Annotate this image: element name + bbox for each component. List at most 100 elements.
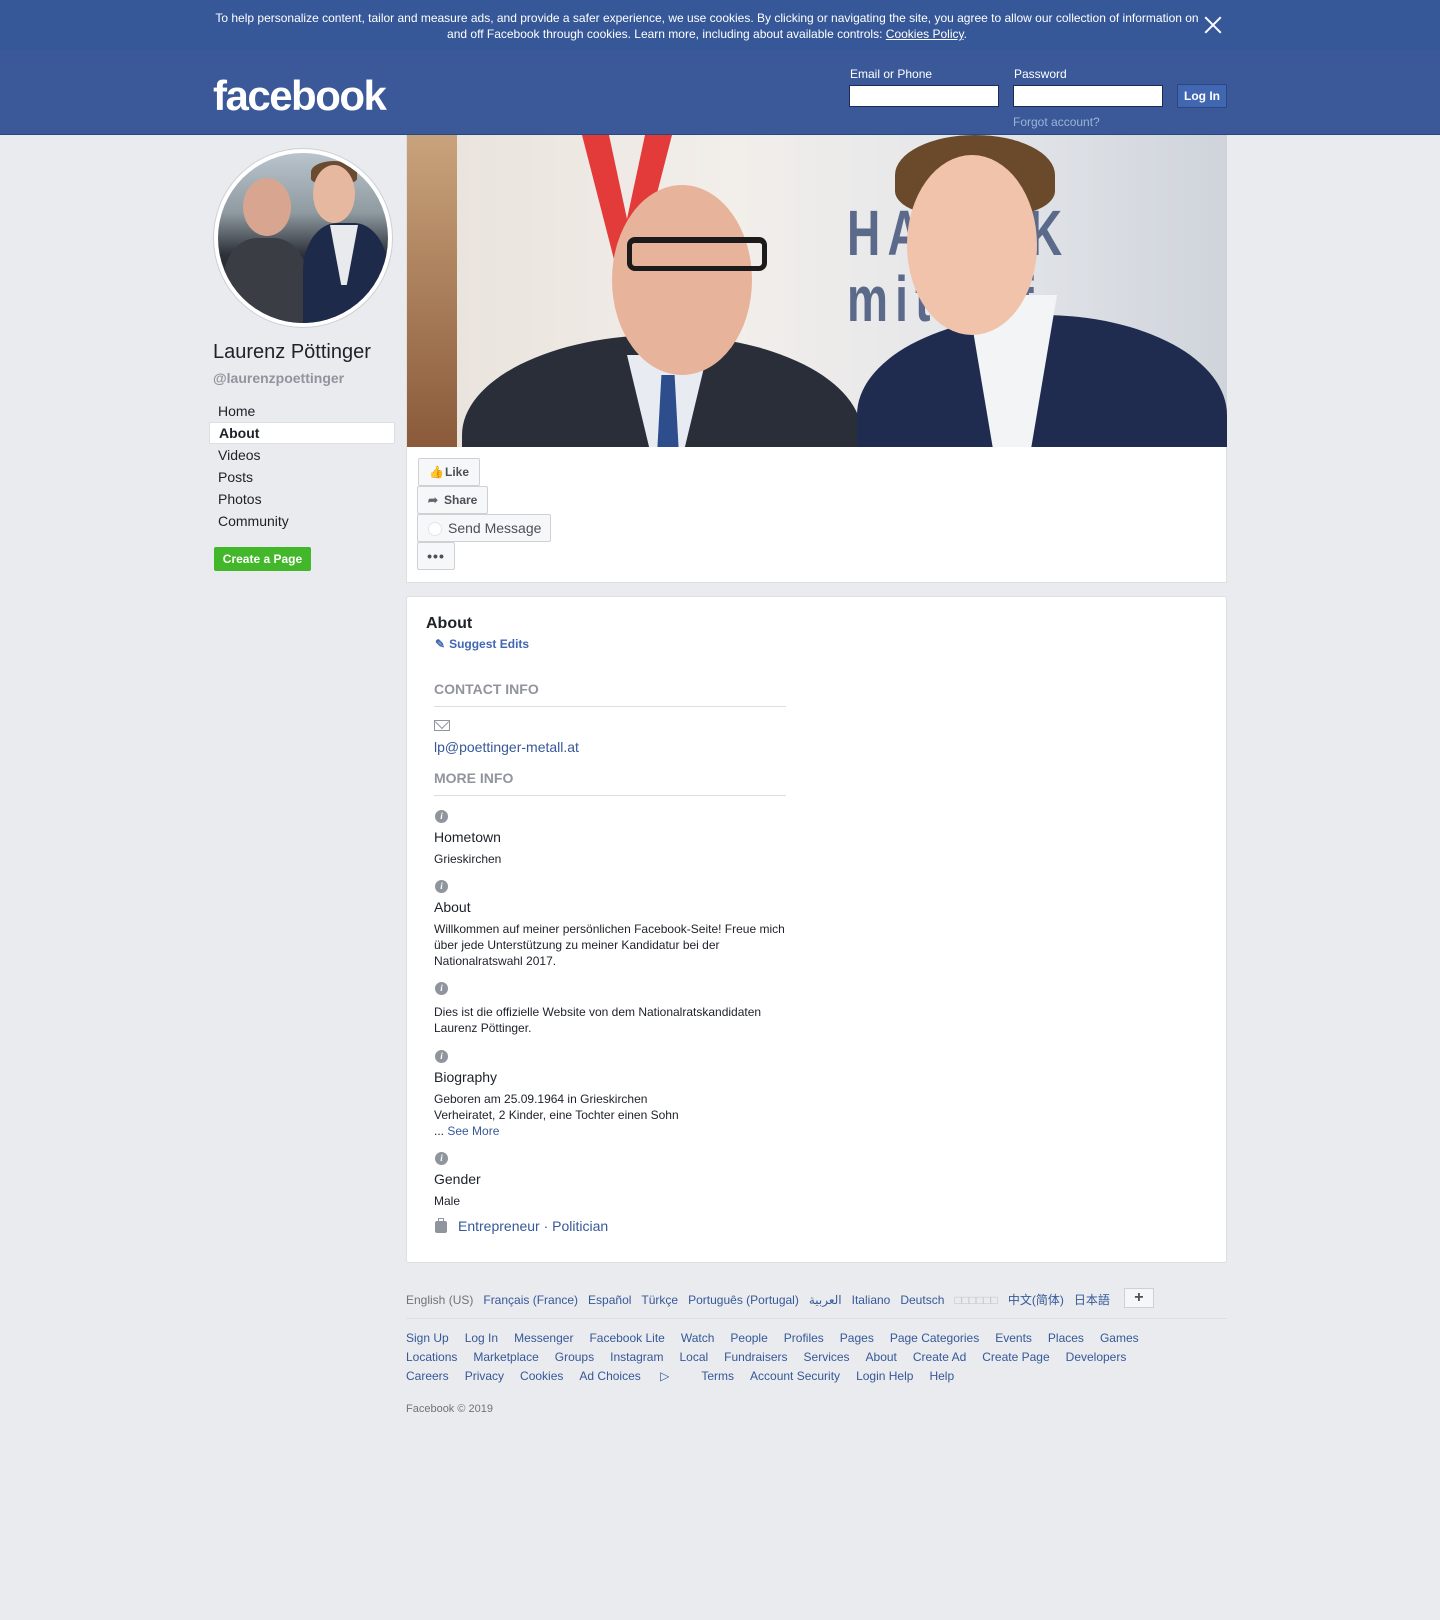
language-link[interactable]: Français (France): [483, 1293, 578, 1307]
footer-link[interactable]: Privacy: [465, 1369, 504, 1383]
footer-link[interactable]: Groups: [555, 1350, 594, 1364]
footer-link[interactable]: Create Page: [982, 1350, 1049, 1364]
send-message-button[interactable]: Send Message: [417, 514, 551, 542]
language-current: English (US): [406, 1293, 474, 1307]
gender-value: Male: [434, 1194, 461, 1208]
info-icon: i: [435, 1050, 448, 1063]
footer-link[interactable]: People: [730, 1331, 767, 1345]
footer-link[interactable]: Facebook Lite: [589, 1331, 664, 1345]
footer-link[interactable]: Profiles: [784, 1331, 824, 1345]
share-button[interactable]: ➦ Share: [417, 486, 488, 514]
cookie-text: To help personalize content, tailor and …: [208, 10, 1206, 42]
biography-ellipsis: ...: [434, 1124, 448, 1138]
footer-link[interactable]: Marketplace: [473, 1350, 538, 1364]
language-link[interactable]: □□□□□□: [954, 1293, 998, 1307]
more-options-button[interactable]: •••: [417, 542, 455, 570]
language-link[interactable]: Português (Portugal): [688, 1293, 799, 1307]
email-field[interactable]: [849, 85, 999, 107]
footer-link[interactable]: Sign Up: [406, 1331, 449, 1345]
footer-links: Sign Up Log In Messenger Facebook Lite Watch…: [406, 1329, 1227, 1386]
footer-link[interactable]: Events: [995, 1331, 1032, 1345]
page-nav: Home About Videos Posts Photos Community: [209, 400, 395, 532]
suggest-edits-link[interactable]: ✎ Suggest Edits: [435, 637, 529, 651]
about-value: Willkommen auf meiner persönlichen Faceb…: [434, 922, 785, 968]
footer-link[interactable]: Locations: [406, 1350, 457, 1364]
suggest-edits-label: Suggest Edits: [449, 637, 530, 651]
info-icon: i: [435, 1152, 448, 1165]
footer-link[interactable]: Watch: [681, 1331, 715, 1345]
about-card: About ✎ Suggest Edits CONTACT INFO lp@poe…: [406, 596, 1227, 1263]
language-link[interactable]: 日本語: [1074, 1293, 1110, 1307]
pencil-icon: ✎: [435, 637, 446, 651]
footer-link[interactable]: Places: [1048, 1331, 1084, 1345]
language-link[interactable]: Deutsch: [900, 1293, 944, 1307]
hometown-value: Grieskirchen: [434, 852, 502, 866]
nav-item-about[interactable]: About: [209, 422, 395, 444]
nav-item-posts[interactable]: Posts: [209, 466, 395, 488]
close-icon[interactable]: [1202, 14, 1224, 36]
cookies-policy-link[interactable]: Cookies Policy: [886, 27, 964, 41]
forgot-account-link[interactable]: Forgot account?: [1013, 115, 1100, 129]
messenger-icon: [428, 522, 442, 537]
biography-line: Verheiratet, 2 Kinder, eine Tochter eine…: [434, 1108, 679, 1122]
page-handle[interactable]: @laurenzpoettinger: [213, 370, 344, 386]
biography-label: Biography: [434, 1069, 498, 1085]
language-link[interactable]: العربية: [809, 1293, 842, 1307]
language-link[interactable]: Türkçe: [641, 1293, 678, 1307]
hometown-label: Hometown: [434, 829, 501, 845]
footer-link[interactable]: Instagram: [610, 1350, 663, 1364]
page-categories-link[interactable]: Entrepreneur · Politician: [458, 1218, 608, 1234]
ad-choices-link[interactable]: Ad Choices ▷: [579, 1369, 685, 1383]
language-link[interactable]: Italiano: [852, 1293, 891, 1307]
footer-link[interactable]: Careers: [406, 1369, 449, 1383]
footer-link[interactable]: Developers: [1066, 1350, 1127, 1364]
footer-link[interactable]: Fundraisers: [724, 1350, 787, 1364]
footer-link[interactable]: Create Ad: [913, 1350, 966, 1364]
nav-item-community[interactable]: Community: [209, 510, 395, 532]
footer-link[interactable]: Services: [804, 1350, 850, 1364]
footer-link[interactable]: Login Help: [856, 1369, 913, 1383]
footer-link[interactable]: Local: [679, 1350, 708, 1364]
footer-link[interactable]: Log In: [465, 1331, 498, 1345]
share-label: Share: [444, 493, 478, 507]
language-link[interactable]: 中文(简体): [1008, 1293, 1064, 1307]
footer-link[interactable]: Account Security: [750, 1369, 840, 1383]
nav-item-videos[interactable]: Videos: [209, 444, 395, 466]
footer-link[interactable]: Messenger: [514, 1331, 573, 1345]
gender-label: Gender: [434, 1171, 481, 1187]
like-button[interactable]: 👍Like: [418, 458, 480, 486]
language-link[interactable]: Español: [588, 1293, 631, 1307]
info-icon: i: [435, 880, 448, 893]
thumbs-up-icon: 👍: [429, 465, 444, 479]
biography-line: Geboren am 25.09.1964 in Grieskirchen: [434, 1092, 648, 1106]
ad-choices-icon: ▷: [660, 1369, 670, 1383]
footer-link[interactable]: Pages: [840, 1331, 874, 1345]
copyright: Facebook © 2019: [406, 1403, 493, 1415]
footer-link[interactable]: About: [866, 1350, 897, 1364]
more-languages-button[interactable]: +: [1123, 1288, 1154, 1308]
send-message-label: Send Message: [448, 520, 542, 536]
facebook-logo[interactable]: facebook: [213, 75, 387, 117]
footer-link[interactable]: Cookies: [520, 1369, 563, 1383]
password-field[interactable]: [1013, 85, 1163, 107]
website-description: Dies ist die offizielle Website von dem …: [434, 1005, 762, 1035]
nav-item-photos[interactable]: Photos: [209, 488, 395, 510]
page-title[interactable]: Laurenz Pöttinger: [213, 341, 371, 364]
footer-link[interactable]: Terms: [701, 1369, 734, 1383]
create-page-button[interactable]: Create a Page: [214, 547, 311, 571]
email-label: Email or Phone: [850, 67, 933, 81]
nav-item-home[interactable]: Home: [209, 400, 395, 422]
profile-picture[interactable]: [213, 148, 393, 328]
about-heading: About: [426, 615, 473, 632]
footer-link[interactable]: Page Categories: [890, 1331, 979, 1345]
cover-photo[interactable]: HAN RKmit ruf: [407, 135, 1227, 447]
see-more-link[interactable]: See More: [447, 1124, 499, 1138]
footer-link[interactable]: Games: [1100, 1331, 1139, 1345]
login-button[interactable]: Log In: [1177, 84, 1227, 108]
contact-email-link[interactable]: lp@poettinger-metall.at: [434, 739, 579, 755]
cookie-message-end: .: [963, 27, 967, 41]
contact-info-heading: CONTACT INFO: [434, 681, 786, 707]
more-info-heading: MORE INFO: [434, 770, 786, 796]
footer: English (US) Français (France) Español Türk…: [406, 1288, 1227, 1415]
footer-link[interactable]: Help: [929, 1369, 954, 1383]
